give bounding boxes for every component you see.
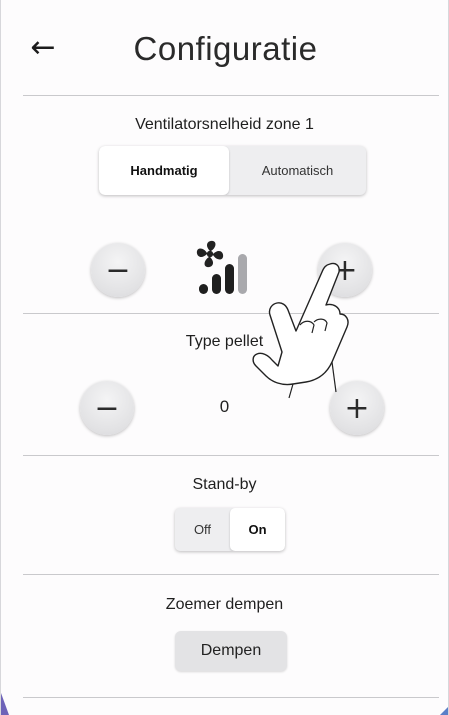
divider xyxy=(23,313,439,314)
speed-bar-4 xyxy=(238,254,247,294)
corner-accent xyxy=(1,693,9,715)
divider xyxy=(23,697,439,698)
standby-label: Stand-by xyxy=(192,476,257,493)
divider xyxy=(23,95,439,96)
fan-decrease-button[interactable]: − xyxy=(91,243,145,297)
fan-increase-button[interactable]: + xyxy=(318,243,372,297)
header: ← Configuratie xyxy=(1,0,449,96)
divider xyxy=(23,455,439,456)
mode-automatic-option[interactable]: Automatisch xyxy=(229,146,366,195)
fan-mode-toggle: Handmatig Automatisch xyxy=(99,146,366,195)
pellet-type-label: Type pellet xyxy=(185,333,264,350)
pellet-increase-button[interactable]: + xyxy=(330,381,384,435)
standby-off-option[interactable]: Off xyxy=(175,508,230,551)
speed-bar-1 xyxy=(199,284,208,294)
fan-speed-label: Ventilatorsnelheid zone 1 xyxy=(135,116,314,133)
settings-screen: ← Configuratie Ventilatorsnelheid zone 1… xyxy=(0,0,449,715)
corner-accent xyxy=(440,707,448,715)
standby-toggle: Off On xyxy=(175,508,285,551)
speed-bar-2 xyxy=(212,274,221,294)
divider xyxy=(23,574,439,575)
speed-bar-3 xyxy=(225,264,234,294)
fan-icon xyxy=(196,240,224,268)
standby-on-option[interactable]: On xyxy=(230,508,285,551)
mute-button[interactable]: Dempen xyxy=(175,631,287,671)
page-title: Configuratie xyxy=(133,30,318,67)
fan-speed-icon xyxy=(196,240,247,294)
buzzer-mute-label: Zoemer dempen xyxy=(165,596,284,613)
mode-manual-option[interactable]: Handmatig xyxy=(99,146,229,195)
